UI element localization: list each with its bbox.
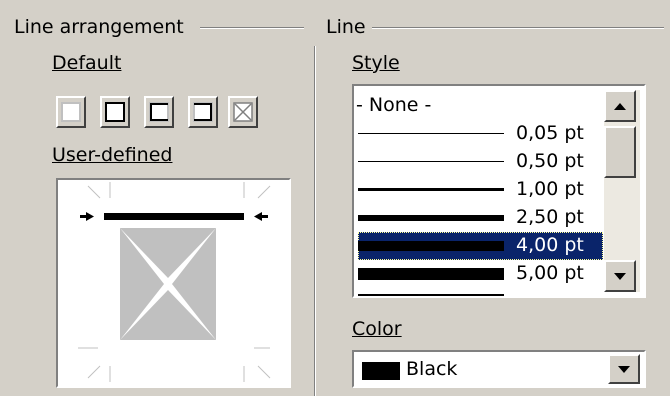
user-defined-preview[interactable] [56, 178, 291, 388]
preset-no-borders-button[interactable] [56, 96, 86, 128]
color-label: Color [352, 318, 402, 340]
style-option-0-50[interactable]: 0,50 pt [358, 148, 603, 176]
color-swatch [362, 362, 400, 380]
style-option-label: - None - [356, 94, 432, 116]
color-dropdown[interactable]: Black [352, 350, 646, 388]
style-option-partial[interactable] [358, 288, 603, 296]
line-weight-swatch [358, 215, 504, 221]
chevron-down-icon [618, 366, 630, 373]
scroll-down-button[interactable] [604, 260, 636, 292]
line-weight-swatch [358, 268, 504, 280]
style-option-5-00[interactable]: 5,00 pt [358, 260, 603, 288]
border-diagonal-icon [233, 102, 253, 122]
border-none-icon [61, 102, 81, 122]
style-option-1-00[interactable]: 1,00 pt [358, 176, 603, 204]
group-separator [314, 46, 316, 396]
scroll-up-button[interactable] [604, 90, 636, 122]
color-dropdown-button[interactable] [608, 354, 640, 384]
style-option-none[interactable]: - None - [356, 92, 601, 120]
style-label: Style [352, 52, 400, 74]
line-weight-swatch [358, 161, 504, 162]
border-preview-canvas [78, 182, 271, 382]
color-value: Black [406, 358, 458, 380]
line-group-title: Line [326, 16, 366, 38]
arrow-down-icon [614, 273, 626, 280]
style-option-0-05[interactable]: 0,05 pt [358, 120, 603, 148]
arrow-up-icon [614, 103, 626, 110]
style-option-label: 4,00 pt [516, 234, 584, 256]
style-listbox[interactable]: - None - 0,05 pt 0,50 pt 1,00 pt 2,50 pt… [352, 84, 646, 298]
style-option-2-50[interactable]: 2,50 pt [358, 204, 603, 232]
preset-diagonal-button[interactable] [228, 96, 258, 128]
style-option-label: 2,50 pt [516, 206, 584, 228]
style-option-label: 1,00 pt [516, 178, 584, 200]
border-outer-horizontal-icon [149, 102, 169, 122]
line-weight-swatch [358, 294, 504, 296]
style-option-label: 0,50 pt [516, 150, 584, 172]
style-option-label: 0,05 pt [516, 122, 584, 144]
preset-outer-horizontal-button[interactable] [144, 96, 174, 128]
default-label: Default [52, 52, 122, 74]
style-list-scrollbar[interactable] [604, 90, 640, 292]
preset-outer-border-button[interactable] [100, 96, 130, 128]
line-weight-swatch [358, 133, 504, 134]
border-outer-vertical-icon [193, 102, 213, 122]
preset-outer-vertical-button[interactable] [188, 96, 218, 128]
style-option-label: 5,00 pt [516, 262, 584, 284]
line-arrangement-group-title: Line arrangement [14, 16, 184, 38]
line-weight-swatch [358, 188, 504, 191]
style-option-4-00-selected[interactable]: 4,00 pt [358, 232, 603, 260]
line-weight-swatch [358, 241, 504, 251]
border-outer-icon [105, 102, 125, 122]
scroll-thumb[interactable] [604, 126, 636, 178]
line-arrangement-group-rule [200, 27, 304, 29]
line-group-rule [372, 27, 664, 29]
user-defined-label: User-defined [52, 144, 173, 166]
